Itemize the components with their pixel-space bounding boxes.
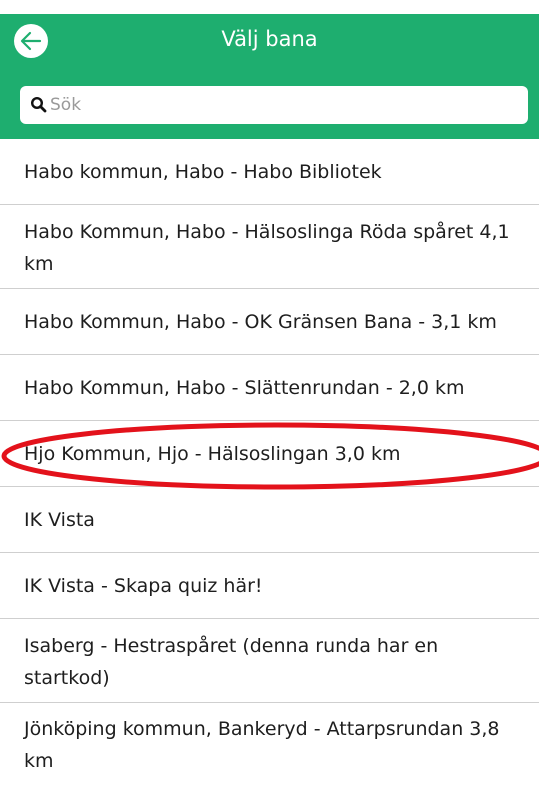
list-item[interactable]: Habo kommun, Habo - Habo Bibliotek bbox=[0, 139, 539, 205]
list-item-label: Isaberg - Hestraspåret (denna runda har … bbox=[24, 634, 439, 689]
list-item-label: IK Vista bbox=[24, 508, 95, 531]
list-item[interactable]: Habo Kommun, Habo - Slättenrundan - 2,0 … bbox=[0, 355, 539, 421]
app-header: Välj bana bbox=[0, 14, 539, 139]
list-item[interactable]: IK Vista bbox=[0, 487, 539, 553]
search-input[interactable] bbox=[50, 86, 520, 124]
list-item[interactable]: Habo Kommun, Habo - OK Gränsen Bana - 3,… bbox=[0, 289, 539, 355]
list-item[interactable]: Habo Kommun, Habo - Hälsoslinga Röda spå… bbox=[0, 205, 539, 289]
list-item[interactable]: Hjo Kommun, Hjo - Hälsoslingan 3,0 km bbox=[0, 421, 539, 487]
course-list: Habo kommun, Habo - Habo Bibliotek Habo … bbox=[0, 139, 539, 787]
list-item-label: Hjo Kommun, Hjo - Hälsoslingan 3,0 km bbox=[24, 442, 401, 465]
list-item[interactable]: IK Vista - Skapa quiz här! bbox=[0, 553, 539, 619]
list-item-label: IK Vista - Skapa quiz här! bbox=[24, 574, 263, 597]
search-box[interactable] bbox=[20, 86, 528, 124]
list-item-label: Jönköping kommun, Bankeryd - Attarpsrund… bbox=[24, 718, 500, 772]
list-item-label: Habo Kommun, Habo - Slättenrundan - 2,0 … bbox=[24, 376, 465, 399]
list-item[interactable]: Isaberg - Hestraspåret (denna runda har … bbox=[0, 619, 539, 703]
list-item-label: Habo kommun, Habo - Habo Bibliotek bbox=[24, 160, 382, 183]
page-title: Välj bana bbox=[221, 27, 318, 51]
list-item[interactable]: Jönköping kommun, Bankeryd - Attarpsrund… bbox=[0, 703, 539, 787]
list-item-label: Habo Kommun, Habo - Hälsoslinga Röda spå… bbox=[24, 220, 510, 275]
cropped-top-text bbox=[0, 0, 539, 14]
search-icon bbox=[30, 96, 47, 113]
list-item-label: Habo Kommun, Habo - OK Gränsen Bana - 3,… bbox=[24, 310, 497, 333]
